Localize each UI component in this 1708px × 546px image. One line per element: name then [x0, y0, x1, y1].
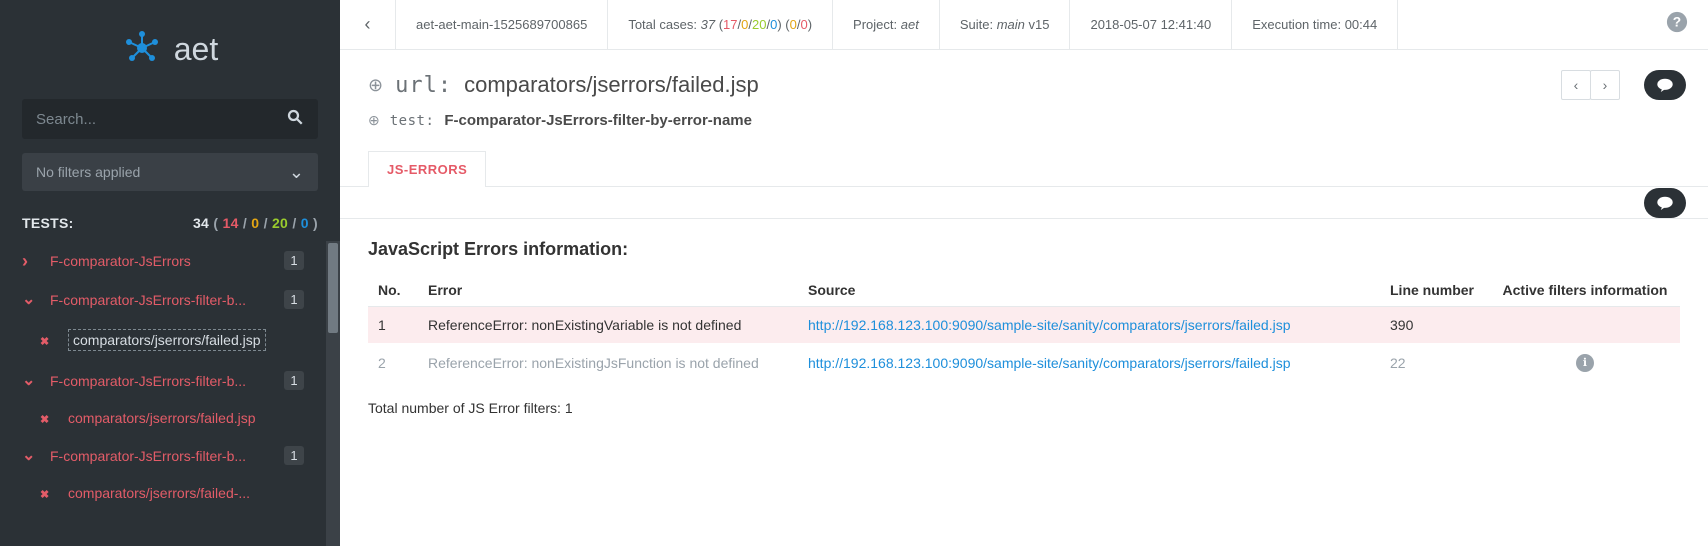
svg-text:?: ? [1673, 14, 1681, 29]
test-item-label: F-comparator-JsErrors-filter-b... [50, 373, 284, 389]
content: JavaScript Errors information: No. Error… [340, 219, 1708, 546]
url-value: comparators/jserrors/failed.jsp [464, 72, 759, 98]
test-item-label: F-comparator-JsErrors [50, 253, 284, 269]
cell-no: 1 [368, 307, 418, 344]
test-child-item[interactable]: comparators/jserrors/failed.jsp [0, 319, 326, 361]
search-input[interactable] [36, 111, 286, 128]
test-list: F-comparator-JsErrors 1 F-comparator-JsE… [0, 241, 326, 546]
url-label: url: [395, 73, 452, 98]
comment-button[interactable] [1644, 70, 1686, 100]
cell-filters [1490, 343, 1680, 382]
sidebar: aet No filters applied ⌄ TESTS: 34 ( 14 … [0, 0, 340, 546]
errors-table: No. Error Source Line number Active filt… [368, 274, 1680, 382]
x-icon [40, 486, 58, 501]
tab-jserrors[interactable]: JS-ERRORS [368, 151, 486, 187]
test-value: F-comparator-JsErrors-filter-by-error-na… [444, 112, 752, 129]
test-item[interactable]: F-comparator-JsErrors 1 [0, 241, 326, 280]
exec-time: Execution time: 00:44 [1232, 0, 1398, 49]
test-item-label: F-comparator-JsErrors-filter-b... [50, 292, 284, 308]
caret-down-icon [22, 292, 40, 308]
caret-down-icon [22, 448, 40, 464]
x-icon [40, 411, 58, 426]
table-row: 1 ReferenceError: nonExistingVariable is… [368, 307, 1680, 344]
target-icon: ⊕ [368, 75, 383, 96]
back-button[interactable]: ‹ [340, 0, 396, 49]
cell-error: ReferenceError: nonExistingVariable is n… [418, 307, 798, 344]
test-child-label: comparators/jserrors/failed.jsp [68, 329, 266, 351]
caret-down-icon [22, 373, 40, 389]
suite: Suite: main v15 [940, 0, 1071, 49]
cell-source: http://192.168.123.100:9090/sample-site/… [798, 343, 1380, 382]
test-child-label: comparators/jserrors/failed.jsp [68, 410, 304, 426]
tabs: JS-ERRORS [340, 129, 1708, 187]
help-button[interactable]: ? [1646, 11, 1708, 39]
cell-no: 2 [368, 343, 418, 382]
test-item-badge: 1 [284, 371, 304, 390]
main-panel: ‹ aet-aet-main-1525689700865 Total cases… [340, 0, 1708, 546]
comment-button[interactable] [1644, 188, 1686, 218]
col-error: Error [418, 274, 798, 307]
scrollbar[interactable] [326, 241, 340, 546]
action-row [340, 187, 1708, 219]
test-item-badge: 1 [284, 251, 304, 270]
cell-filters [1490, 307, 1680, 344]
col-filters: Active filters information [1490, 274, 1680, 307]
next-button[interactable]: › [1590, 70, 1620, 100]
table-row: 2 ReferenceError: nonExistingJsFunction … [368, 343, 1680, 382]
filters-summary: Total number of JS Error filters: 1 [368, 400, 1680, 416]
col-no: No. [368, 274, 418, 307]
cell-error: ReferenceError: nonExistingJsFunction is… [418, 343, 798, 382]
chevron-right-icon: › [1603, 77, 1608, 93]
chevron-down-icon: ⌄ [289, 162, 304, 183]
test-item[interactable]: F-comparator-JsErrors-filter-b... 1 [0, 436, 326, 475]
page-header: ⊕ url: comparators/jserrors/failed.jsp ⊕… [340, 50, 1708, 129]
x-icon [40, 333, 58, 348]
run-name[interactable]: aet-aet-main-1525689700865 [396, 0, 608, 49]
tests-header: TESTS: 34 ( 14 / 0 / 20 / 0 ) [0, 209, 340, 241]
topbar: ‹ aet-aet-main-1525689700865 Total cases… [340, 0, 1708, 50]
test-label: test: [390, 113, 435, 129]
search-icon[interactable] [286, 108, 304, 131]
cell-line: 22 [1380, 343, 1490, 382]
test-child-item[interactable]: comparators/jserrors/failed-... [0, 475, 326, 511]
search-box[interactable] [22, 99, 318, 139]
project: Project: aet [833, 0, 940, 49]
test-item-badge: 1 [284, 290, 304, 309]
caret-right-icon [22, 252, 40, 270]
datetime: 2018-05-07 12:41:40 [1070, 0, 1232, 49]
section-title: JavaScript Errors information: [368, 239, 1680, 260]
test-item-label: F-comparator-JsErrors-filter-b... [50, 448, 284, 464]
source-link[interactable]: http://192.168.123.100:9090/sample-site/… [808, 317, 1291, 333]
chevron-left-icon: ‹ [1574, 77, 1579, 93]
col-line: Line number [1380, 274, 1490, 307]
source-link[interactable]: http://192.168.123.100:9090/sample-site/… [808, 355, 1291, 371]
filters-label: No filters applied [36, 164, 140, 180]
prev-button[interactable]: ‹ [1561, 70, 1591, 100]
test-item[interactable]: F-comparator-JsErrors-filter-b... 1 [0, 361, 326, 400]
total-cases: Total cases: 37 ( 17 / 0 / 20 / 0 ) ( 0 … [608, 0, 833, 49]
nav-buttons: ‹ › [1562, 70, 1620, 100]
scrollbar-thumb[interactable] [328, 243, 338, 333]
test-item[interactable]: F-comparator-JsErrors-filter-b... 1 [0, 280, 326, 319]
filters-dropdown[interactable]: No filters applied ⌄ [22, 153, 318, 191]
cell-line: 390 [1380, 307, 1490, 344]
cell-source: http://192.168.123.100:9090/sample-site/… [798, 307, 1380, 344]
test-child-item[interactable]: comparators/jserrors/failed.jsp [0, 400, 326, 436]
tests-counts: 34 ( 14 / 0 / 20 / 0 ) [193, 215, 318, 231]
test-child-label: comparators/jserrors/failed-... [68, 485, 304, 501]
brand-logo-icon [122, 28, 162, 71]
test-item-badge: 1 [284, 446, 304, 465]
tests-label: TESTS: [22, 215, 74, 231]
brand-name: aet [174, 31, 218, 68]
chevron-left-icon: ‹ [365, 14, 371, 35]
col-source: Source [798, 274, 1380, 307]
target-icon: ⊕ [368, 112, 380, 129]
brand: aet [0, 0, 340, 91]
info-icon[interactable] [1576, 353, 1594, 369]
